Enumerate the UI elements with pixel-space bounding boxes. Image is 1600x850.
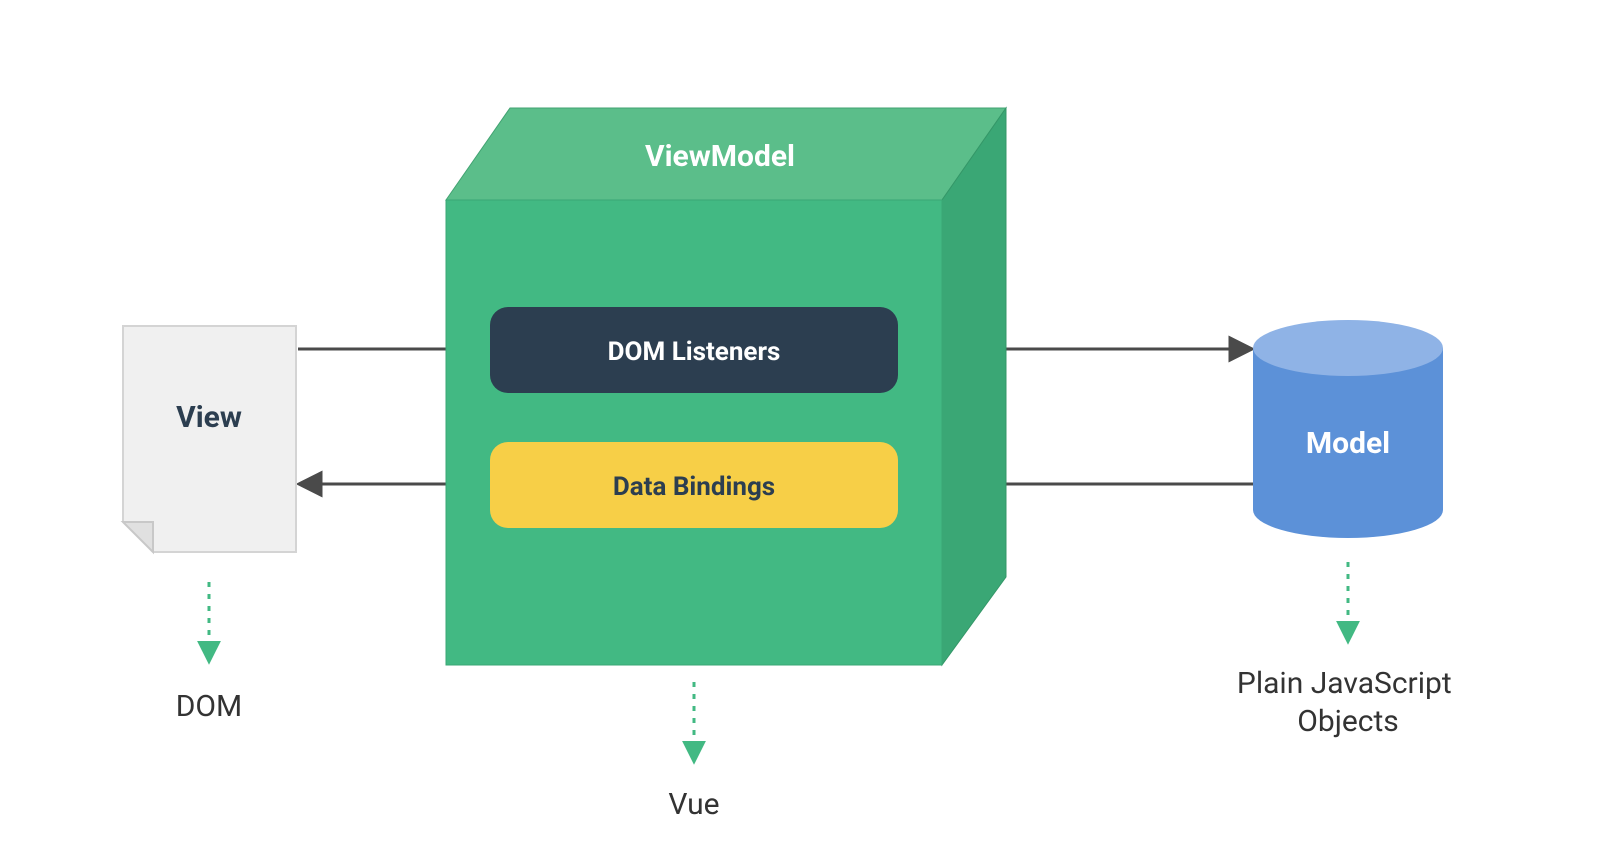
- dom-listeners-box: DOM Listeners: [490, 307, 898, 393]
- data-bindings-box: Data Bindings: [490, 442, 898, 528]
- view-caption: DOM: [176, 689, 243, 724]
- model-caption-line1: Plain JavaScript: [1237, 666, 1452, 701]
- cube-side-face: [942, 108, 1006, 665]
- data-bindings-label: Data Bindings: [613, 472, 775, 502]
- model-caption: Plain JavaScript Objects: [1237, 666, 1459, 739]
- view-title: View: [176, 400, 242, 435]
- diagram-svg: ViewModel DOM Listeners Data Bindings Vi…: [0, 0, 1600, 850]
- viewmodel-title: ViewModel: [645, 139, 795, 174]
- model-caption-line2: Objects: [1297, 704, 1399, 739]
- viewmodel-caption: Vue: [668, 787, 719, 822]
- view-document-icon: [123, 326, 296, 552]
- model-title: Model: [1306, 426, 1390, 461]
- dom-listeners-label: DOM Listeners: [608, 337, 781, 367]
- cube-front-face: [446, 200, 942, 665]
- mvvm-diagram: ViewModel DOM Listeners Data Bindings Vi…: [0, 0, 1600, 850]
